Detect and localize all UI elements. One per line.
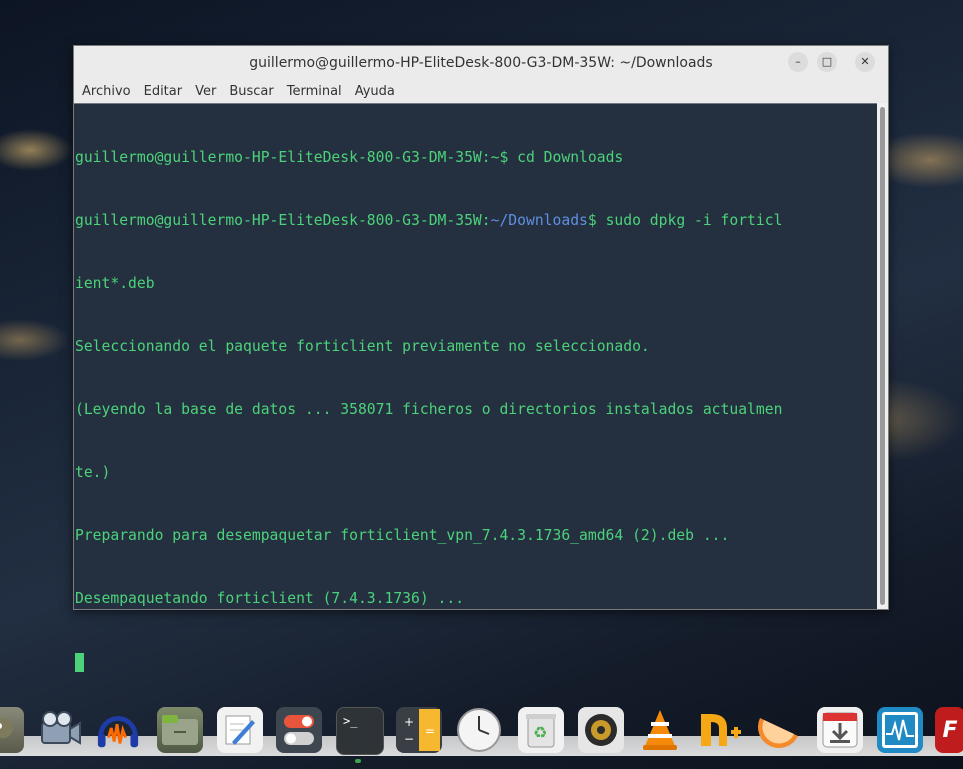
files-icon[interactable] xyxy=(157,707,203,753)
terminal-line: guillermo@guillermo-HP-EliteDesk-800-G3-… xyxy=(75,210,877,231)
minimize-icon[interactable]: – xyxy=(788,52,808,72)
filezilla-icon[interactable]: F xyxy=(935,707,963,753)
menu-editar[interactable]: Editar xyxy=(144,84,183,99)
downloader-icon[interactable] xyxy=(817,707,863,753)
scrollbar[interactable] xyxy=(877,103,888,609)
terminal-line: (Leyendo la base de datos ... 358071 fic… xyxy=(75,401,783,418)
command: $ sudo dpkg -i forticl xyxy=(587,212,783,229)
gimp-icon[interactable] xyxy=(0,707,24,753)
menu-archivo[interactable]: Archivo xyxy=(82,84,131,99)
terminal-line xyxy=(75,651,877,672)
calculator-icon[interactable]: + − = xyxy=(396,707,442,753)
terminal-icon[interactable]: >_ xyxy=(336,707,384,755)
svg-text:−: − xyxy=(404,732,414,746)
svg-text:=: = xyxy=(425,724,435,738)
terminal-line: Seleccionando el paquete forticlient pre… xyxy=(75,338,650,355)
terminal-line: ient*.deb xyxy=(75,275,155,292)
titlebar[interactable]: guillermo@guillermo-HP-EliteDesk-800-G3-… xyxy=(74,46,888,79)
system-monitor-icon[interactable] xyxy=(877,707,923,753)
terminal-line: Preparando para desempaquetar forticlien… xyxy=(75,527,730,544)
media-maker-icon[interactable] xyxy=(36,707,82,753)
menu-terminal[interactable]: Terminal xyxy=(287,84,342,99)
menu-ver[interactable]: Ver xyxy=(195,84,216,99)
terminal-line: Desempaquetando forticlient (7.4.3.1736)… xyxy=(75,590,465,607)
menu-buscar[interactable]: Buscar xyxy=(229,84,273,99)
settings-toggle-icon[interactable] xyxy=(276,707,322,753)
vlc-icon[interactable] xyxy=(637,707,683,753)
scrollbar-thumb[interactable] xyxy=(880,107,885,605)
prompt: guillermo@guillermo-HP-EliteDesk-800-G3-… xyxy=(75,149,509,166)
maximize-icon[interactable]: □ xyxy=(817,52,837,72)
text-editor-icon[interactable] xyxy=(217,707,263,753)
orange-icon[interactable] xyxy=(756,707,802,753)
command: cd Downloads xyxy=(508,149,624,166)
font-manager-icon[interactable] xyxy=(697,707,743,753)
trash-icon[interactable]: ♻ xyxy=(518,707,564,753)
clock-icon[interactable] xyxy=(456,707,502,753)
dock: >_ + − = ♻ F xyxy=(0,699,963,769)
terminal-cursor xyxy=(75,652,84,672)
window-title: guillermo@guillermo-HP-EliteDesk-800-G3-… xyxy=(249,54,713,71)
audacity-icon[interactable] xyxy=(95,707,141,753)
prompt: guillermo@guillermo-HP-EliteDesk-800-G3-… xyxy=(75,212,491,229)
svg-text:♻: ♻ xyxy=(533,723,547,742)
speaker-icon[interactable] xyxy=(578,707,624,753)
terminal-output[interactable]: guillermo@guillermo-HP-EliteDesk-800-G3-… xyxy=(74,103,877,672)
menubar: Archivo Editar Ver Buscar Terminal Ayuda xyxy=(74,79,888,104)
prompt-path: ~/Downloads xyxy=(490,212,588,229)
active-indicator xyxy=(355,759,361,763)
svg-text:+: + xyxy=(404,715,414,729)
terminal-line: te.) xyxy=(75,464,111,481)
menu-ayuda[interactable]: Ayuda xyxy=(355,84,395,99)
terminal-window: guillermo@guillermo-HP-EliteDesk-800-G3-… xyxy=(73,45,889,672)
close-icon[interactable]: ✕ xyxy=(855,52,875,72)
terminal-line: guillermo@guillermo-HP-EliteDesk-800-G3-… xyxy=(75,147,877,168)
